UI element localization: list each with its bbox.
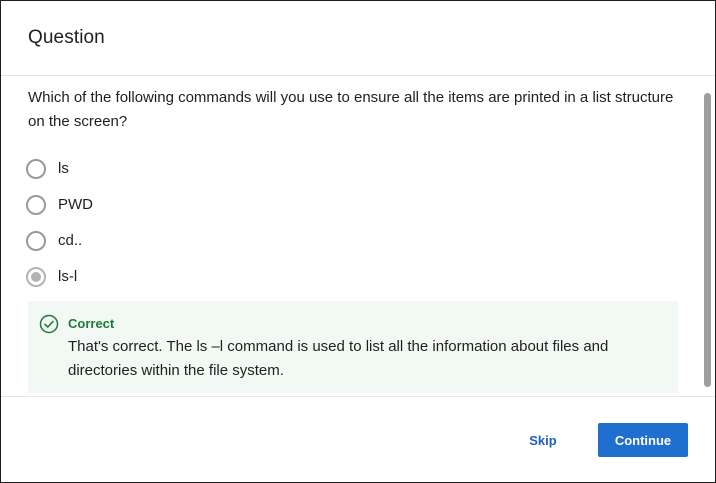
skip-button[interactable]: Skip — [511, 423, 575, 457]
continue-button[interactable]: Continue — [598, 423, 688, 457]
option-cd[interactable]: cd.. — [26, 231, 326, 253]
radio-button[interactable] — [26, 159, 46, 179]
option-label: PWD — [58, 196, 93, 213]
option-label: cd.. — [58, 232, 83, 249]
dialog-body: Which of the following commands will you… — [1, 76, 715, 396]
question-dialog: Question Which of the following commands… — [0, 0, 716, 483]
scrollbar-thumb[interactable] — [704, 93, 711, 387]
dialog-header: Question — [1, 1, 715, 76]
radio-dot — [31, 272, 41, 282]
radio-button-selected[interactable] — [26, 267, 46, 287]
option-ls-l[interactable]: ls-l — [26, 267, 326, 289]
option-pwd[interactable]: PWD — [26, 195, 326, 217]
option-label: ls-l — [58, 268, 78, 285]
feedback-message: That's correct. The ls –l command is use… — [68, 338, 609, 379]
dialog-footer: Skip Continue — [1, 396, 715, 482]
question-text: Which of the following commands will you… — [28, 89, 674, 130]
check-circle-icon — [39, 314, 59, 334]
radio-button[interactable] — [26, 195, 46, 215]
dialog-title: Question — [28, 27, 105, 48]
radio-button[interactable] — [26, 231, 46, 251]
feedback-status: Correct — [68, 316, 115, 331]
option-label: ls — [58, 160, 69, 177]
option-ls[interactable]: ls — [26, 159, 326, 181]
feedback-panel: Correct That's correct. The ls –l comman… — [28, 301, 678, 393]
